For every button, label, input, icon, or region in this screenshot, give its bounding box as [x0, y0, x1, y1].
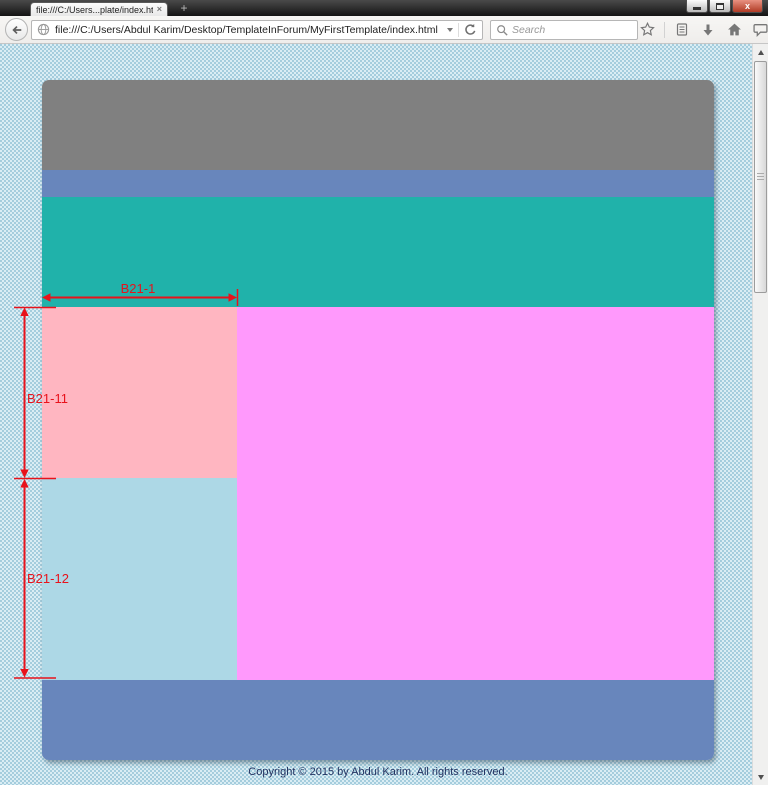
minimize-icon — [693, 7, 701, 10]
urlbar-divider — [458, 23, 459, 37]
copyright-text: Copyright © 2015 by Abdul Karim. All rig… — [42, 766, 714, 778]
footer-placeholder-block — [42, 680, 714, 760]
tab-close-icon[interactable]: × — [157, 5, 162, 14]
scroll-up-button[interactable] — [753, 44, 768, 60]
close-button[interactable]: x — [732, 0, 763, 13]
header-placeholder-block — [42, 80, 714, 170]
restore-button[interactable] — [709, 0, 731, 13]
window-controls: x — [686, 0, 763, 13]
star-icon — [640, 22, 655, 37]
sidebar-column — [42, 307, 237, 680]
search-icon — [496, 24, 508, 36]
nav-placeholder-block — [42, 170, 714, 197]
scrollbar-thumb[interactable] — [754, 61, 767, 293]
banner-placeholder-block — [42, 197, 714, 307]
toolbar-icons — [638, 20, 768, 40]
restore-icon — [716, 3, 724, 10]
download-icon — [701, 23, 715, 37]
globe-icon[interactable] — [37, 23, 50, 36]
search-input[interactable] — [512, 24, 632, 36]
tab-title: file:///C:/Users...plate/index.html — [36, 5, 153, 15]
page-viewport: Copyright © 2015 by Abdul Karim. All rig… — [0, 44, 768, 785]
sidebar-bottom-block — [42, 478, 237, 680]
browser-tab[interactable]: file:///C:/Users...plate/index.html × — [30, 2, 168, 16]
content-row — [42, 307, 714, 680]
hello-chat-button[interactable] — [751, 20, 768, 40]
scroll-down-button[interactable] — [753, 769, 768, 785]
toolbar-divider — [664, 22, 665, 38]
scroll-down-icon — [758, 775, 764, 780]
search-bar[interactable] — [490, 20, 638, 40]
browser-window: file:///C:/Users...plate/index.html × + … — [0, 0, 768, 785]
back-button[interactable] — [5, 18, 28, 41]
reload-icon[interactable] — [464, 23, 477, 36]
home-button[interactable] — [725, 20, 743, 40]
navigation-toolbar — [0, 16, 768, 44]
url-history-dropdown-icon[interactable] — [447, 28, 453, 32]
vertical-scrollbar[interactable] — [752, 44, 768, 785]
url-input[interactable] — [55, 24, 442, 36]
main-content-block — [237, 307, 714, 680]
bookmark-star-button[interactable] — [638, 20, 656, 40]
url-bar[interactable] — [31, 20, 483, 40]
sidebar-top-block — [42, 307, 237, 478]
home-icon — [727, 22, 742, 37]
titlebar: file:///C:/Users...plate/index.html × + … — [0, 0, 768, 16]
chat-bubble-icon — [753, 22, 768, 37]
template-page-container — [42, 80, 714, 760]
scrollbar-grip-icon — [757, 173, 764, 181]
bookmarks-icon — [675, 22, 689, 37]
minimize-button[interactable] — [686, 0, 708, 13]
new-tab-button[interactable]: + — [176, 1, 192, 15]
downloads-button[interactable] — [699, 20, 717, 40]
bookmarks-menu-button[interactable] — [673, 20, 691, 40]
back-arrow-icon — [11, 24, 23, 36]
scroll-up-icon — [758, 50, 764, 55]
